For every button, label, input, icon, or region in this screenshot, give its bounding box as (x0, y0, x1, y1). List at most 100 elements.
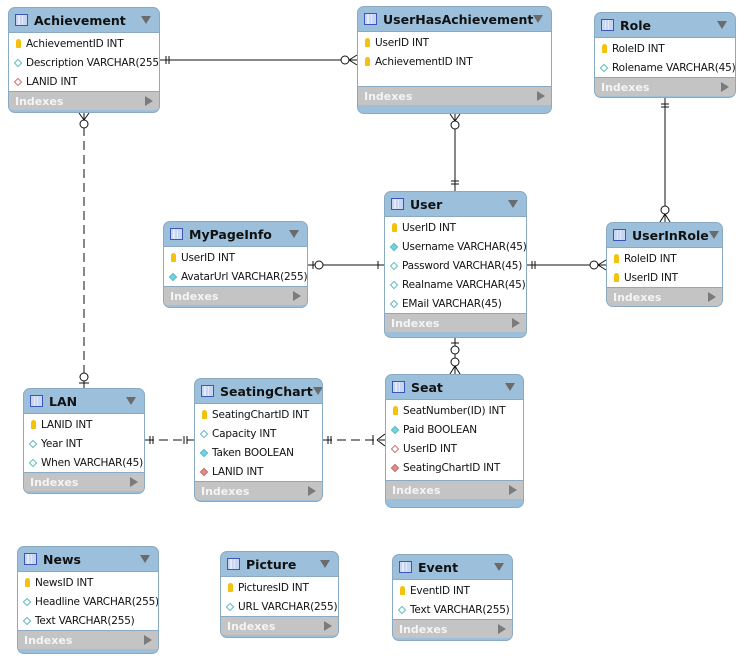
indexes-section[interactable]: Indexes (385, 314, 526, 332)
collapse-triangle-icon[interactable] (508, 200, 518, 208)
indexes-section[interactable]: Indexes (164, 287, 307, 305)
column-row[interactable]: AchievementID INT (358, 52, 551, 71)
column-row[interactable]: NewsID INT (18, 573, 158, 592)
collapse-triangle-icon[interactable] (717, 21, 727, 29)
column-row[interactable]: EMail VARCHAR(45) (385, 294, 526, 313)
expand-arrow-icon[interactable] (498, 624, 506, 634)
expand-arrow-icon[interactable] (308, 486, 316, 496)
expand-arrow-icon[interactable] (708, 292, 716, 302)
column-row[interactable]: Capacity INT (195, 424, 322, 443)
rel-achievement-userhasachievement[interactable] (160, 54, 358, 66)
indexes-section[interactable]: Indexes (595, 78, 735, 96)
collapse-triangle-icon[interactable] (289, 230, 299, 238)
expand-arrow-icon[interactable] (130, 477, 138, 487)
indexes-section[interactable]: Indexes (18, 631, 158, 649)
expand-arrow-icon[interactable] (509, 485, 517, 495)
rel-user-userinrole[interactable] (527, 259, 607, 271)
rel-user-mypageinfo[interactable] (308, 260, 384, 270)
column-row[interactable]: Headline VARCHAR(255) (18, 592, 158, 611)
column-row[interactable]: SeatingChartID INT (195, 405, 322, 424)
table-header[interactable]: UserInRole (607, 223, 722, 247)
column-row[interactable]: URL VARCHAR(255) (221, 597, 338, 616)
indexes-section[interactable]: Indexes (195, 482, 322, 500)
table-lan[interactable]: LAN LANID INT Year INT When VARCHAR(45) Inde… (23, 388, 145, 494)
column-row[interactable]: UserID INT (607, 268, 722, 287)
column-row[interactable]: Text VARCHAR(255) (18, 611, 158, 630)
rel-user-userhasachievement[interactable] (449, 113, 461, 191)
column-row[interactable]: Year INT (24, 434, 144, 453)
collapse-triangle-icon[interactable] (320, 560, 330, 568)
table-mypageinfo[interactable]: MyPageInfo UserID INT AvatarUrl VARCHAR(25… (163, 221, 308, 308)
column-row[interactable]: Text VARCHAR(255) (393, 600, 512, 619)
column-row[interactable]: When VARCHAR(45) (24, 453, 144, 472)
expand-arrow-icon[interactable] (512, 318, 520, 328)
indexes-section[interactable]: Indexes (386, 481, 523, 499)
collapse-triangle-icon[interactable] (708, 231, 719, 239)
column-row[interactable]: AchievementID INT (9, 34, 159, 53)
indexes-section[interactable]: Indexes (393, 620, 512, 638)
table-seatingchart[interactable]: SeatingChart SeatingChartID INT Capacity I… (194, 378, 323, 502)
table-picture[interactable]: Picture PicturesID INT URL VARCHAR(255) Ind… (220, 551, 339, 638)
table-header[interactable]: User (385, 192, 526, 216)
collapse-triangle-icon[interactable] (141, 16, 151, 24)
column-row[interactable]: UserID INT (385, 218, 526, 237)
collapse-triangle-icon[interactable] (126, 397, 136, 405)
column-row[interactable]: AvatarUrl VARCHAR(255) (164, 267, 307, 286)
column-row[interactable]: Paid BOOLEAN (386, 420, 523, 439)
column-row[interactable]: UserID INT (386, 439, 523, 458)
column-row[interactable]: RoleID INT (595, 39, 735, 58)
column-row[interactable]: SeatNumber(ID) INT (386, 401, 523, 420)
rel-seatingchart-seat[interactable] (323, 433, 386, 447)
column-row[interactable]: UserID INT (164, 248, 307, 267)
table-header[interactable]: News (18, 547, 158, 571)
column-row[interactable]: Rolename VARCHAR(45) (595, 58, 735, 77)
table-header[interactable]: MyPageInfo (164, 222, 307, 246)
table-userinrole[interactable]: UserInRole RoleID INT UserID INT Indexes (606, 222, 723, 307)
collapse-triangle-icon[interactable] (505, 383, 515, 391)
table-header[interactable]: LAN (24, 389, 144, 413)
rel-lan-achievement[interactable] (78, 112, 90, 388)
table-header[interactable]: UserHasAchievement (358, 7, 551, 31)
column-row[interactable]: SeatingChartID INT (386, 458, 523, 477)
table-news[interactable]: News NewsID INT Headline VARCHAR(255) Text … (17, 546, 159, 654)
table-header[interactable]: Picture (221, 552, 338, 576)
expand-arrow-icon[interactable] (145, 96, 153, 106)
indexes-section[interactable]: Indexes (9, 92, 159, 110)
column-row[interactable]: Password VARCHAR(45) (385, 256, 526, 275)
column-row[interactable]: EventID INT (393, 581, 512, 600)
table-role[interactable]: Role RoleID INT Rolename VARCHAR(45) Indexe… (594, 12, 736, 98)
column-row[interactable]: Username VARCHAR(45) (385, 237, 526, 256)
column-row[interactable]: LANID INT (195, 462, 322, 481)
rel-user-seat[interactable] (449, 338, 461, 375)
table-userhasachievement[interactable]: UserHasAchievement UserID INT AchievementI… (357, 6, 552, 114)
table-header[interactable]: Role (595, 13, 735, 37)
table-header[interactable]: SeatingChart (195, 379, 322, 403)
indexes-section[interactable]: Indexes (24, 473, 144, 491)
indexes-section[interactable]: Indexes (221, 617, 338, 635)
column-row[interactable]: UserID INT (358, 33, 551, 52)
table-achievement[interactable]: Achievement AchievementID INT Description … (8, 7, 160, 113)
column-row[interactable]: Taken BOOLEAN (195, 443, 322, 462)
table-header[interactable]: Achievement (9, 8, 159, 32)
column-row[interactable]: PicturesID INT (221, 578, 338, 597)
indexes-section[interactable]: Indexes (607, 288, 722, 306)
indexes-section[interactable]: Indexes (358, 87, 551, 105)
table-event[interactable]: Event EventID INT Text VARCHAR(255) Indexes (392, 554, 513, 641)
rel-role-userinrole[interactable] (659, 98, 671, 223)
table-header[interactable]: Event (393, 555, 512, 579)
expand-arrow-icon[interactable] (144, 635, 152, 645)
column-row[interactable]: RoleID INT (607, 249, 722, 268)
expand-arrow-icon[interactable] (721, 82, 729, 92)
column-row[interactable]: LANID INT (9, 72, 159, 91)
expand-arrow-icon[interactable] (537, 91, 545, 101)
expand-arrow-icon[interactable] (293, 291, 301, 301)
collapse-triangle-icon[interactable] (312, 387, 322, 395)
table-user[interactable]: User UserID INT Username VARCHAR(45) Passwo… (384, 191, 527, 338)
collapse-triangle-icon[interactable] (494, 563, 504, 571)
column-row[interactable]: Realname VARCHAR(45) (385, 275, 526, 294)
rel-lan-seatingchart[interactable] (145, 436, 194, 444)
column-row[interactable]: LANID INT (24, 415, 144, 434)
table-seat[interactable]: Seat SeatNumber(ID) INT Paid BOOLEAN UserID… (385, 374, 524, 508)
collapse-triangle-icon[interactable] (140, 555, 150, 563)
expand-arrow-icon[interactable] (324, 621, 332, 631)
